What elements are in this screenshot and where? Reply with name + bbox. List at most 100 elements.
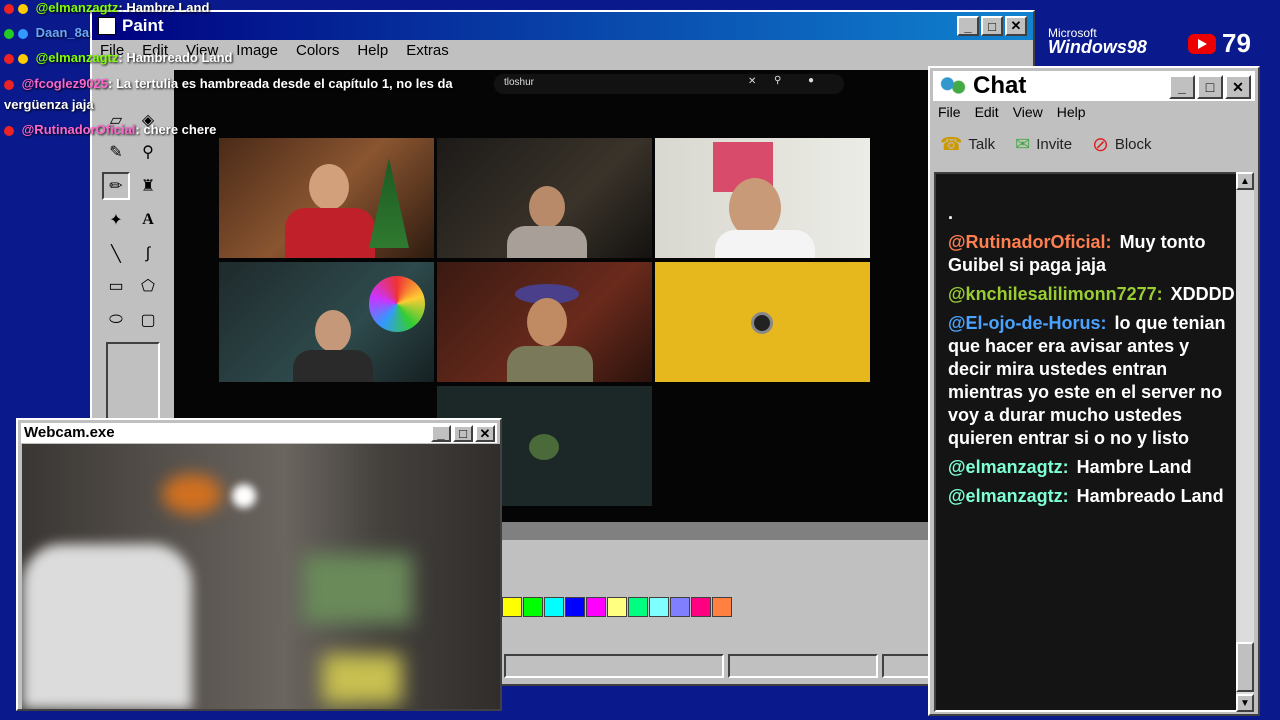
chat-menu-view[interactable]: View [1013, 104, 1043, 120]
overlay-line: vergüenza jaja [4, 97, 94, 112]
overlay-line: @RutinadorOficial: chere chere [4, 122, 216, 137]
chat-people-icon [939, 75, 967, 97]
overlay-line: Daan_8a [4, 25, 89, 40]
close-button[interactable]: ✕ [475, 425, 495, 442]
minimize-button[interactable]: _ [1169, 75, 1195, 99]
video-tile-4 [219, 262, 434, 382]
rounded-rect-icon[interactable]: ▢ [134, 306, 162, 334]
chat-user: @elmanzagtz: [948, 457, 1069, 477]
scroll-down-icon[interactable]: ▼ [1236, 694, 1254, 712]
color-swatch[interactable] [712, 597, 732, 617]
color-swatch[interactable] [670, 597, 690, 617]
minimize-button[interactable]: _ [431, 425, 451, 442]
chat-toolbar: ☎ Talk ✉ Invite ⊘ Block [940, 132, 1152, 157]
color-palette [502, 597, 733, 617]
maximize-button[interactable]: □ [453, 425, 473, 442]
chat-first-line: . [948, 203, 954, 223]
color-swatch[interactable] [691, 597, 711, 617]
color-swatch[interactable] [628, 597, 648, 617]
video-tile-5 [437, 262, 652, 382]
paint-menubar: File Edit View Image Colors Help Extras [92, 42, 1033, 64]
menu-help[interactable]: Help [357, 42, 388, 64]
overlay-user: Daan_8a [35, 25, 90, 40]
paint-titlebar[interactable]: Paint _ □ ✕ [92, 12, 1033, 40]
search-text: tloshur [504, 77, 535, 88]
scroll-thumb[interactable] [1236, 642, 1254, 692]
color-swatch[interactable] [586, 597, 606, 617]
chat-menu-help[interactable]: Help [1057, 104, 1086, 120]
overlay-text: vergüenza jaja [4, 97, 94, 112]
windows98-logo: Microsoft Windows98 [1048, 26, 1147, 58]
chat-menu-file[interactable]: File [938, 104, 961, 120]
overlay-line: @fcoglez9025: La tertulia es hambreada d… [4, 76, 453, 91]
chat-text: Hambre Land [1076, 457, 1192, 477]
color-swatch[interactable] [502, 597, 522, 617]
minimize-button[interactable]: _ [957, 16, 979, 36]
menu-image[interactable]: Image [236, 42, 278, 64]
badge-icon [4, 28, 14, 39]
scroll-up-icon[interactable]: ▲ [1236, 172, 1254, 190]
block-button[interactable]: ⊘ Block [1092, 132, 1151, 157]
video-tile-3 [655, 138, 870, 258]
badge-icon [18, 28, 28, 39]
webcam-window: Webcam.exe _ □ ✕ [16, 418, 502, 711]
menu-colors[interactable]: Colors [296, 42, 339, 64]
color-swatch[interactable] [649, 597, 669, 617]
brush-icon[interactable]: ♜ [134, 172, 162, 200]
video-tile-6 [655, 262, 870, 382]
chat-message: @RutinadorOficial: Muy tonto Guibel si pa… [948, 231, 1232, 277]
chat-message: @elmanzagtz: Hambreado Land [948, 485, 1232, 508]
chat-user: @elmanzagtz: [948, 486, 1069, 506]
rectangle-icon[interactable]: ▭ [102, 272, 130, 300]
maximize-button[interactable]: □ [981, 16, 1003, 36]
block-icon: ⊘ [1092, 134, 1109, 156]
pencil-icon[interactable]: ✏ [102, 172, 130, 200]
clear-search-icon[interactable]: ✕ [748, 76, 756, 87]
badge-icon [4, 3, 14, 14]
chat-messages[interactable]: . @RutinadorOficial: Muy tonto Guibel si … [934, 172, 1242, 712]
chat-text: lo que tenian que hacer era avisar antes… [948, 313, 1226, 448]
chat-user: @knchilesalilimonn7277: [948, 284, 1163, 304]
line-icon[interactable]: ╲ [102, 240, 130, 268]
status-cell-1 [504, 654, 724, 678]
search-input[interactable]: tloshur ✕ ⚲ ● [494, 74, 844, 94]
viewer-count-value: 79 [1222, 28, 1251, 58]
color-swatch[interactable] [565, 597, 585, 617]
color-swatch[interactable] [523, 597, 543, 617]
paint-title: Paint [122, 16, 164, 35]
viewer-count: 79 [1188, 28, 1251, 59]
menu-extras[interactable]: Extras [406, 42, 449, 64]
text-tool-icon[interactable]: A [134, 206, 162, 234]
badge-icon [18, 3, 28, 14]
video-tile-2 [437, 138, 652, 258]
search-icon[interactable]: ⚲ [774, 75, 781, 86]
ellipse-icon[interactable]: ⬭ [102, 306, 130, 334]
close-button[interactable]: ✕ [1225, 75, 1251, 99]
invite-button[interactable]: ✉ Invite [1015, 134, 1072, 155]
webcam-titlebar[interactable]: Webcam.exe _ □ ✕ [21, 423, 497, 443]
overlay-user: @elmanzagtz [35, 50, 119, 65]
eyedropper-icon[interactable]: ✎ [102, 138, 130, 166]
chat-text: Hambreado Land [1076, 486, 1224, 506]
talk-button[interactable]: ☎ Talk [940, 134, 995, 155]
chat-menu-edit[interactable]: Edit [975, 104, 999, 120]
badge-icon [4, 79, 14, 90]
chat-message: @knchilesalilimonn7277: XDDDD [948, 283, 1235, 306]
overlay-text: : chere chere [135, 122, 217, 137]
mic-icon[interactable]: ● [808, 75, 814, 86]
maximize-button[interactable]: □ [1197, 75, 1223, 99]
curve-icon[interactable]: ∫ [134, 240, 162, 268]
color-swatch[interactable] [544, 597, 564, 617]
chat-scrollbar[interactable]: ▲ ▼ [1236, 172, 1254, 712]
video-tile-1 [219, 138, 434, 258]
polygon-icon[interactable]: ⬠ [134, 272, 162, 300]
chat-text: XDDDD [1170, 284, 1235, 304]
chat-menubar: File Edit View Help [938, 104, 1086, 120]
chat-titlebar[interactable]: Chat _ □ ✕ [933, 71, 1255, 101]
airbrush-icon[interactable]: ✦ [102, 206, 130, 234]
magnifier-icon[interactable]: ⚲ [134, 138, 162, 166]
webcam-video [22, 444, 500, 709]
close-button[interactable]: ✕ [1005, 16, 1027, 36]
windows98-text: Windows98 [1048, 37, 1147, 57]
color-swatch[interactable] [607, 597, 627, 617]
